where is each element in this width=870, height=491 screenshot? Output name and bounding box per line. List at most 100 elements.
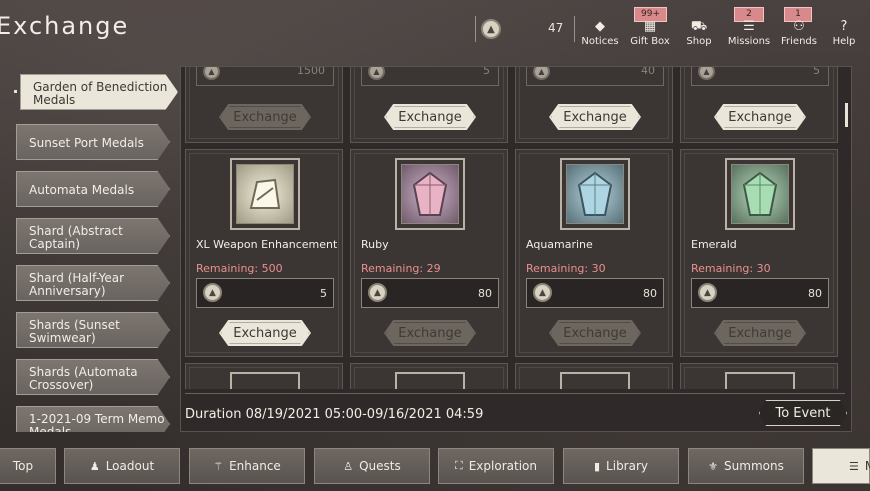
missions-label: Missions: [727, 36, 771, 47]
item-name: Emerald: [691, 238, 737, 251]
scrollbar[interactable]: [845, 103, 848, 127]
exchange-button[interactable]: Exchange: [384, 104, 476, 130]
exchange-card: ▲ 40 Exchange: [515, 67, 673, 143]
nav-label: Enhance: [229, 459, 281, 473]
nav-menu[interactable]: ☰M: [812, 448, 870, 484]
header: Exchange ▲ 47 ◆ Notices 99+ ▦ Gift Box ⛟…: [0, 0, 870, 58]
quests-icon: ♙: [343, 459, 354, 473]
exchange-panel: ▲ 1500 Exchange ▲ 5 Exchange ▲ 40 Exchange …: [180, 66, 852, 432]
notices-icon: ◆: [595, 19, 605, 34]
cost-value: 5: [813, 67, 820, 77]
cost-box: ▲ 80: [526, 278, 664, 308]
cost-value: 80: [643, 287, 657, 300]
cost-box: ▲ 5: [361, 67, 499, 86]
item-frame: [725, 372, 795, 389]
item-frame: [230, 158, 300, 230]
cost-value: 5: [483, 67, 490, 77]
exchange-card: Emerald Remaining: 30 ▲ 80 Exchange: [680, 149, 838, 357]
medal-currency-icon: ▲: [481, 19, 501, 39]
item-name: XL Weapon Enhancement: [196, 238, 338, 251]
medal-icon: ▲: [533, 67, 550, 80]
cost-box: ▲ 80: [691, 278, 829, 308]
exchange-button[interactable]: Exchange: [549, 320, 641, 346]
cost-value: 80: [808, 287, 822, 300]
nav-top[interactable]: Top: [0, 448, 56, 484]
item-frame: [395, 158, 465, 230]
nav-label: Summons: [724, 459, 784, 473]
medal-icon: ▲: [698, 67, 715, 80]
exchange-card: [185, 363, 343, 389]
sidebar-item-shards-sunset-swimwear[interactable]: Shards (Sunset Swimwear): [16, 312, 170, 348]
gift-box-label: Gift Box: [630, 36, 670, 47]
cost-value: 5: [320, 287, 327, 300]
item-frame: [395, 372, 465, 389]
cost-box: ▲ 40: [526, 67, 664, 86]
missions-icon: ☰: [743, 19, 755, 34]
sidebar-item-shard-half-year[interactable]: Shard (Half-Year Anniversary): [16, 265, 170, 301]
item-frame: [560, 158, 630, 230]
emerald-icon: [731, 164, 789, 224]
cost-box: ▲ 80: [361, 278, 499, 308]
sidebar-item-label: 1-2021-09 Term Memo Medals: [29, 411, 165, 432]
nav-summons[interactable]: ⚜ Summons: [688, 448, 804, 484]
medal-icon: ▲: [203, 67, 220, 80]
summons-icon: ⚜: [708, 459, 719, 473]
help-button[interactable]: ? Help: [822, 18, 866, 47]
nav-exploration[interactable]: ⛶ Exploration: [438, 448, 554, 484]
exchange-card: [680, 363, 838, 389]
medal-category-sidebar: Garden of Benediction Medals Sunset Port…: [16, 72, 178, 432]
to-event-button[interactable]: To Event: [759, 400, 847, 426]
exchange-item-grid[interactable]: ▲ 1500 Exchange ▲ 5 Exchange ▲ 40 Exchange …: [185, 67, 841, 389]
loadout-icon: ♟: [89, 459, 100, 473]
missions-button[interactable]: ☰ Missions: [723, 18, 775, 47]
cost-box: ▲ 5: [196, 278, 334, 308]
cost-box: ▲ 1500: [196, 67, 334, 86]
remaining-count: Remaining: 30: [526, 262, 606, 275]
currency-count: 47: [548, 21, 564, 35]
exploration-icon: ⛶: [455, 459, 463, 472]
exchange-card: [350, 363, 508, 389]
page-title: Exchange: [0, 12, 130, 40]
sidebar-item-garden-of-benediction[interactable]: Garden of Benediction Medals: [20, 74, 178, 110]
weapon-enhancement-icon: [236, 164, 294, 224]
nav-label: Exploration: [468, 459, 537, 473]
sidebar-item-shards-automata-crossover[interactable]: Shards (Automata Crossover): [16, 359, 170, 395]
sidebar-item-shard-abstract-captain[interactable]: Shard (Abstract Captain): [16, 218, 170, 254]
nav-label: Library: [606, 459, 649, 473]
exchange-card: XL Weapon Enhancement Remaining: 500 ▲ 5 …: [185, 149, 343, 357]
exchange-button[interactable]: Exchange: [714, 320, 806, 346]
exchange-card: ▲ 1500 Exchange: [185, 67, 343, 143]
shop-button[interactable]: ⛟ Shop: [673, 18, 725, 47]
bottom-navigation: Top ♟ Loadout ⚚ Enhance ♙ Quests ⛶ Explorati…: [0, 446, 870, 486]
help-label: Help: [832, 36, 856, 47]
sidebar-item-automata[interactable]: Automata Medals: [16, 171, 170, 207]
nav-library[interactable]: ▮ Library: [563, 448, 679, 484]
exchange-card: ▲ 5 Exchange: [350, 67, 508, 143]
nav-enhance[interactable]: ⚚ Enhance: [189, 448, 305, 484]
gift-box-icon: ▦: [643, 19, 657, 34]
sidebar-item-label: Sunset Port Medals: [29, 136, 144, 150]
sidebar-item-label: Shard (Abstract Captain): [29, 223, 123, 251]
exchange-button[interactable]: Exchange: [219, 320, 311, 346]
remaining-count: Remaining: 29: [361, 262, 441, 275]
nav-quests[interactable]: ♙ Quests: [314, 448, 430, 484]
exchange-button[interactable]: Exchange: [549, 104, 641, 130]
exchange-button[interactable]: Exchange: [714, 104, 806, 130]
help-icon: ?: [840, 19, 848, 34]
nav-label: Loadout: [105, 459, 155, 473]
event-duration: Duration 08/19/2021 05:00-09/16/2021 04:…: [185, 407, 484, 422]
exchange-card: Aquamarine Remaining: 30 ▲ 80 Exchange: [515, 149, 673, 357]
item-name: Aquamarine: [526, 238, 593, 251]
sidebar-item-term-memo-medals[interactable]: 1-2021-09 Term Memo Medals: [16, 406, 170, 432]
notices-button[interactable]: ◆ Notices: [574, 18, 626, 47]
shop-icon: ⛟: [690, 19, 708, 34]
divider: [185, 393, 845, 394]
nav-loadout[interactable]: ♟ Loadout: [64, 448, 180, 484]
exchange-card: Ruby Remaining: 29 ▲ 80 Exchange: [350, 149, 508, 357]
gift-box-button[interactable]: ▦ Gift Box: [624, 18, 676, 47]
friends-button[interactable]: ⚇ Friends: [773, 18, 825, 47]
sidebar-item-label: Shards (Automata Crossover): [29, 364, 138, 392]
exchange-button[interactable]: Exchange: [219, 104, 311, 130]
exchange-button[interactable]: Exchange: [384, 320, 476, 346]
sidebar-item-sunset-port[interactable]: Sunset Port Medals: [16, 124, 170, 160]
